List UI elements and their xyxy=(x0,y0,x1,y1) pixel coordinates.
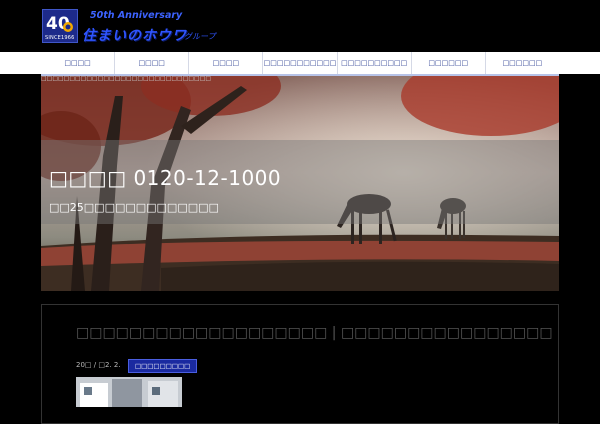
site-header: 40 SINCE1966 50th Anniversary 住まいのホウワ グル… xyxy=(0,0,600,52)
nav-item-6[interactable]: □□□□□□ xyxy=(412,52,486,74)
post-category-badge[interactable]: □□□□□□□□□ xyxy=(128,359,198,373)
nav-item-3[interactable]: □□□□ xyxy=(189,52,264,74)
hero-banner: □□□□ 0120-12-1000 □□25□□□□□□□□□□□□□ xyxy=(41,76,559,291)
post-box: □□□□□□□□□□□□□□□□□□□ | □□□□□□□□□□□□□□□□ 2… xyxy=(41,304,559,424)
nav-item-1[interactable]: □□□□ xyxy=(41,52,116,74)
post-date: 20□ / □2. 2. xyxy=(76,361,121,369)
hero-subtitle: □□25□□□□□□□□□□□□□ xyxy=(49,201,219,214)
post-thumbnail[interactable] xyxy=(76,377,182,407)
brand-sub: グループ xyxy=(184,32,216,41)
anniversary-text: 50th Anniversary xyxy=(90,10,183,21)
logo-since-text: SINCE1966 xyxy=(45,35,75,41)
post-title[interactable]: □□□□□□□□□□□□□□□□□□□ | □□□□□□□□□□□□□□□□ xyxy=(76,325,553,341)
brand-name[interactable]: 住まいのホウワ xyxy=(82,25,187,45)
nav-item-7[interactable]: □□□□□□ xyxy=(486,52,559,74)
main-nav: □□□□ □□□□ □□□□ □□□□□□□□□□□ □□□□□□□□□□ □□… xyxy=(41,52,559,76)
news-ticker[interactable]: □□□□□□□□□□□□□□□□□□□□□□□□□□□□□□□□□□□□□□□□ xyxy=(41,75,211,83)
hero-phone-text[interactable]: □□□□ 0120-12-1000 xyxy=(49,166,281,190)
nav-item-2[interactable]: □□□□ xyxy=(115,52,190,74)
logo-icon[interactable]: 40 SINCE1966 xyxy=(42,9,78,43)
nav-item-4[interactable]: □□□□□□□□□□□ xyxy=(263,52,338,74)
nav-item-5[interactable]: □□□□□□□□□□ xyxy=(338,52,412,74)
